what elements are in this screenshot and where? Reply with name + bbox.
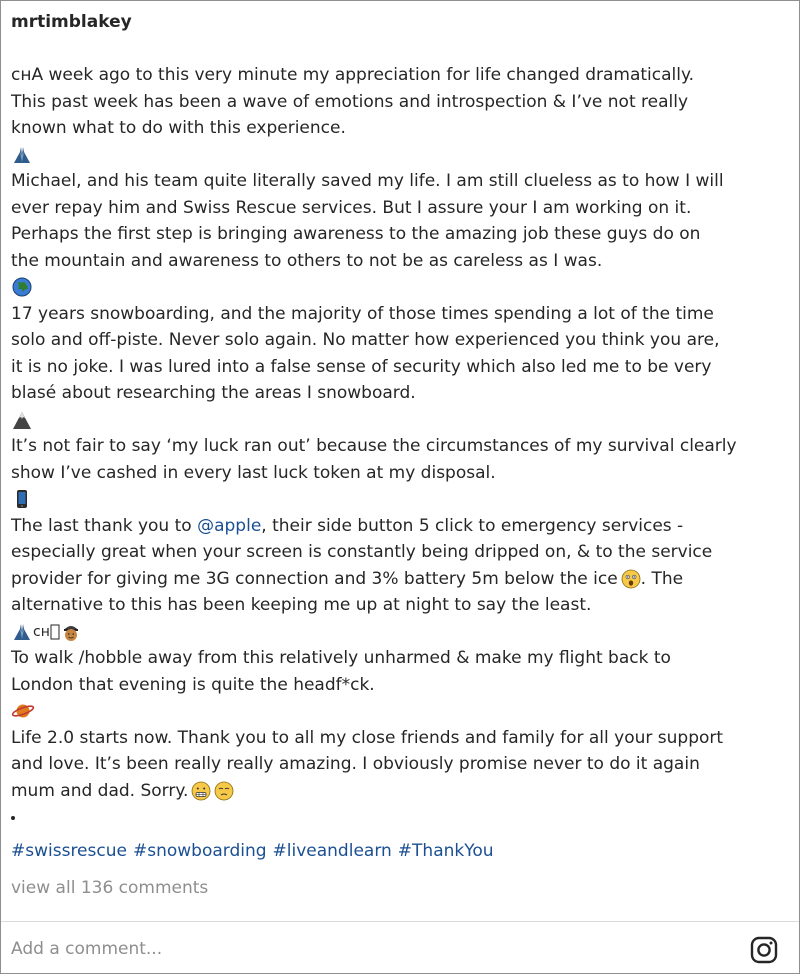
caption-line: provider for giving me 3G connection and… xyxy=(11,566,791,593)
caption-line: known what to do with this experience. xyxy=(11,118,346,138)
astonished-face-icon xyxy=(621,569,641,588)
caption-line: show I’ve cashed in every last luck toke… xyxy=(11,462,496,483)
caption-text: , their side button 5 click to emergency… xyxy=(261,515,684,536)
caption-text: . The xyxy=(640,568,684,589)
relieved-face-icon xyxy=(215,781,234,800)
caption-line: Life 2.0 starts now. Thank you to all my… xyxy=(11,727,724,748)
hashtag-list: #swissrescue #snowboarding #liveandlearn #T… xyxy=(11,841,500,861)
caption-text: provider for giving me 3G connection and… xyxy=(11,568,618,589)
missing-glyph-icon xyxy=(50,624,60,640)
caption-line: it is no joke. I was lured into a false … xyxy=(11,356,712,377)
emoji-line xyxy=(11,142,791,169)
caption-text: ᴄʜ xyxy=(33,623,50,640)
hashtag-link[interactable]: #snowboarding xyxy=(133,841,267,861)
add-comment-input[interactable]: Add a comment... xyxy=(11,939,162,959)
mention-link[interactable]: @apple xyxy=(197,516,261,536)
instagram-icon[interactable] xyxy=(749,935,779,965)
view-all-comments-link[interactable]: view all 136 comments xyxy=(11,878,208,898)
caption-line: To walk /hobble away from this relativel… xyxy=(11,648,671,668)
mobile-phone-icon xyxy=(17,490,27,509)
caption-line: 17 years snowboarding, and the majority … xyxy=(11,303,714,324)
caption-line: Perhaps the first step is bringing aware… xyxy=(11,224,701,244)
grimacing-face-icon xyxy=(192,781,211,800)
caption-line: and love. It’s been really really amazin… xyxy=(11,754,700,774)
caption-line: London that evening is quite the headf*c… xyxy=(11,674,375,695)
emoji-line: ᴄʜ xyxy=(11,619,791,646)
caption-text: mum and dad. Sorry. xyxy=(11,780,189,801)
caption-line: ever repay him and Swiss Rescue services… xyxy=(11,197,692,218)
emoji-line xyxy=(11,698,791,725)
post-caption: ᴄʜA week ago to this very minute my appr… xyxy=(11,62,791,804)
hashtag-link[interactable]: #swissrescue xyxy=(11,841,127,861)
praying-hands-icon xyxy=(14,146,30,163)
hashtag-link[interactable]: #liveandlearn xyxy=(273,841,392,861)
caption-line: ᴄʜA week ago to this very minute my appr… xyxy=(11,65,695,85)
separator-dot xyxy=(11,816,15,820)
caption-text: The last thank you to xyxy=(11,515,198,536)
mountain-icon xyxy=(13,411,31,429)
post-username[interactable]: mrtimblakey xyxy=(11,12,132,32)
caption-line: the mountain and awareness to others to … xyxy=(11,250,603,271)
emoji-line xyxy=(11,407,791,434)
globe-icon xyxy=(12,277,32,297)
caption-line: It’s not fair to say ‘my luck ran out’ b… xyxy=(11,436,737,456)
comment-divider xyxy=(1,921,799,922)
caption-line: solo and off-piste. Never solo again. No… xyxy=(11,330,720,350)
emoji-line xyxy=(11,486,791,513)
caption-line: especially great when your screen is con… xyxy=(11,542,713,562)
ringed-planet-icon xyxy=(11,704,35,718)
hashtag-link[interactable]: #ThankYou xyxy=(398,841,494,861)
instagram-post-card: mrtimblakey ᴄʜA week ago to this very mi… xyxy=(0,0,800,974)
caption-line: The last thank you to @apple, their side… xyxy=(11,513,791,540)
caption-line: Michael, and his team quite literally sa… xyxy=(11,171,724,191)
rescue-worker-icon xyxy=(63,625,78,641)
caption-line: mum and dad. Sorry. xyxy=(11,778,791,805)
caption-line: This past week has been a wave of emotio… xyxy=(11,91,689,112)
praying-hands-icon xyxy=(14,623,30,640)
emoji-line xyxy=(11,274,791,301)
caption-line: alternative to this has been keeping me … xyxy=(11,595,592,615)
caption-line: blasé about researching the areas I snow… xyxy=(11,383,416,403)
